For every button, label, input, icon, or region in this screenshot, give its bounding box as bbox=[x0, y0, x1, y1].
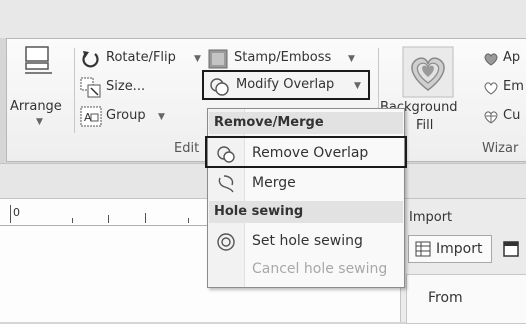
import-panel-title: Import bbox=[409, 210, 453, 225]
background-fill-label-2: Fill bbox=[416, 118, 434, 133]
chevron-down-icon: ▼ bbox=[158, 112, 165, 122]
wizard-item-applique[interactable]: Ap bbox=[483, 49, 526, 71]
ruler-tick bbox=[145, 213, 146, 223]
target-icon bbox=[217, 233, 235, 251]
chevron-down-icon: ▼ bbox=[354, 81, 361, 91]
menu-header-hole-sewing: Hole sewing bbox=[209, 201, 403, 223]
heart-icon bbox=[484, 53, 498, 66]
stamp-emboss-label: Stamp/Emboss bbox=[234, 50, 332, 65]
tab-second-icon[interactable] bbox=[500, 238, 522, 260]
wizard-item-cutwork[interactable]: Cu bbox=[483, 107, 526, 129]
stamp-emboss-button[interactable]: Stamp/Emboss ▼ bbox=[208, 49, 373, 71]
menu-item-set-hole-sewing[interactable]: Set hole sewing bbox=[208, 227, 404, 255]
wizard-item-embossed[interactable]: Em bbox=[483, 78, 526, 100]
rotate-flip-label: Rotate/Flip bbox=[106, 50, 176, 65]
wizard-group-label: Wizar bbox=[482, 141, 519, 156]
remove-overlap-highlight bbox=[205, 136, 407, 168]
stamp-icon bbox=[208, 49, 228, 69]
edit-group-label: Edit bbox=[174, 141, 200, 156]
menu-item-label: Merge bbox=[252, 175, 296, 191]
tab-import-label: Import bbox=[436, 241, 483, 257]
arrange-button[interactable]: Arrange ▼ bbox=[10, 45, 70, 135]
arrange-icon bbox=[25, 46, 52, 74]
wizard-item-label: Ap bbox=[503, 50, 521, 65]
arrange-dropdown-arrow: ▼ bbox=[36, 117, 43, 127]
chevron-down-icon: ▼ bbox=[194, 54, 201, 64]
modify-overlap-icon bbox=[210, 78, 229, 96]
separator bbox=[74, 48, 75, 133]
import-grid-icon bbox=[415, 241, 431, 257]
ruler-tick bbox=[188, 218, 189, 223]
menu-item-label: Set hole sewing bbox=[252, 233, 363, 249]
rotate-flip-button[interactable]: Rotate/Flip ▼ bbox=[80, 49, 205, 71]
modify-overlap-button[interactable]: Modify Overlap ▼ bbox=[202, 70, 370, 100]
modify-overlap-label: Modify Overlap bbox=[236, 77, 335, 92]
group-icon: A bbox=[80, 106, 102, 127]
ruler-tick bbox=[72, 218, 73, 223]
modify-overlap-menu: Remove/Merge Remove Overlap Merge Hole s… bbox=[207, 108, 405, 288]
ruler-tick bbox=[10, 205, 11, 223]
title-area bbox=[0, 0, 526, 38]
size-label: Size... bbox=[106, 79, 146, 94]
ruler-zero-label: 0 bbox=[13, 206, 20, 219]
rotate-icon bbox=[82, 51, 99, 68]
heart-icon bbox=[402, 46, 454, 98]
group-button[interactable]: A Group ▼ bbox=[80, 106, 180, 128]
wizard-item-label: Cu bbox=[503, 108, 521, 123]
group-label: Group bbox=[106, 108, 146, 123]
merge-icon bbox=[218, 175, 234, 193]
import-from-area bbox=[406, 274, 526, 324]
menu-item-cancel-hole-sewing[interactable]: Cancel hole sewing bbox=[208, 255, 404, 283]
ruler-tick bbox=[108, 215, 109, 223]
resize-icon bbox=[80, 77, 101, 98]
arrange-label: Arrange bbox=[10, 99, 62, 114]
menu-item-merge[interactable]: Merge bbox=[208, 169, 404, 197]
heart-outline-icon bbox=[484, 82, 498, 95]
menu-item-label: Cancel hole sewing bbox=[252, 261, 388, 277]
size-button[interactable]: Size... bbox=[80, 77, 190, 99]
wizard-item-label: Em bbox=[503, 79, 524, 94]
from-label: From bbox=[428, 290, 463, 306]
chevron-down-icon: ▼ bbox=[348, 54, 355, 64]
panel-icon bbox=[503, 241, 519, 257]
heart-cutwork-icon bbox=[484, 111, 498, 124]
tab-import[interactable]: Import bbox=[408, 235, 492, 263]
menu-header-remove-merge: Remove/Merge bbox=[209, 112, 403, 134]
